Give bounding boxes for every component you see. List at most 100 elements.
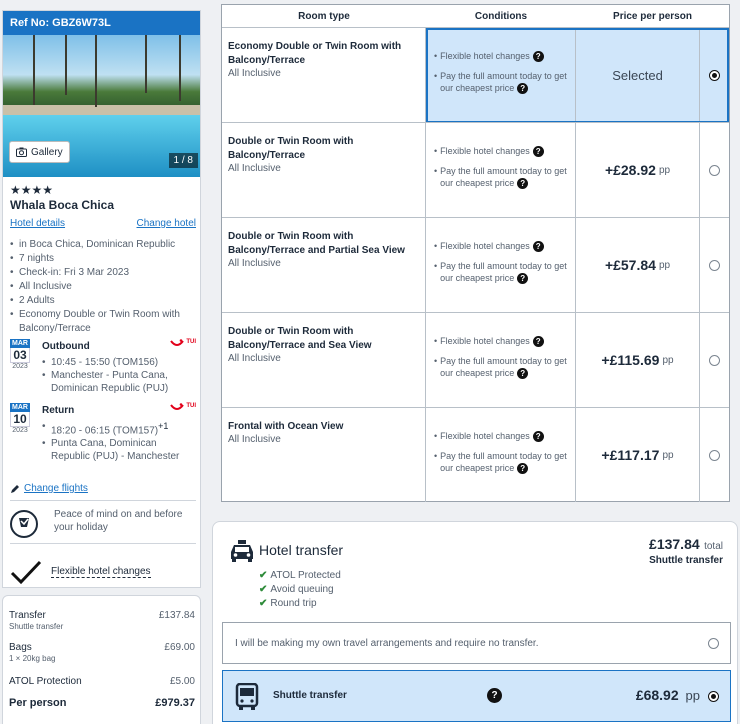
date-month: MAR: [10, 403, 30, 412]
condition-text: Flexible hotel changes: [440, 431, 530, 441]
flight-route: Punta Cana, Dominican Republic (PUJ) - M…: [42, 437, 194, 463]
atol-protection-info: Peace of mind on and before your holiday: [10, 506, 196, 544]
condition-pay-full: • Pay the full amount today to get our ch…: [434, 261, 567, 285]
camera-icon: [16, 147, 27, 157]
help-icon[interactable]: ?: [487, 688, 502, 703]
selected-label: Selected: [612, 67, 663, 83]
room-radio[interactable]: [709, 69, 720, 81]
booking-info-list: in Boca Chica, Dominican Republic 7 nigh…: [10, 238, 196, 336]
room-radio[interactable]: [709, 449, 720, 461]
photo-palm: [65, 35, 67, 95]
atol-shield-icon: [19, 518, 29, 527]
change-flights[interactable]: Change flights: [10, 483, 88, 494]
conditions-cell: • Flexible hotel changes? • Pay the full a…: [426, 218, 576, 312]
room-radio[interactable]: [709, 164, 720, 176]
condition-pay-full: • Pay the full amount today to get our ch…: [434, 451, 567, 475]
breakdown-amount: £5.00: [169, 676, 195, 687]
breakdown-sub: 1 × 20kg bag: [9, 654, 56, 663]
breakdown-amount: £69.00: [164, 642, 195, 653]
condition-flexible: • Flexible hotel changes?: [434, 240, 567, 253]
date-day: 03: [10, 348, 30, 363]
condition-pay-full: • Pay the full amount today to get our ch…: [434, 356, 567, 380]
room-row[interactable]: Double or Twin Room with Balcony/Terrace…: [222, 122, 729, 217]
condition-text: Pay the full amount today to get our che…: [440, 356, 567, 379]
help-icon[interactable]: ?: [532, 241, 544, 253]
room-price: +£28.92: [604, 162, 656, 178]
shuttle-label: Shuttle transfer: [273, 690, 347, 701]
shuttle-transfer-option[interactable]: Shuttle transfer ? £68.92 pp: [222, 670, 731, 722]
shuttle-price-value: £68.92: [635, 687, 679, 703]
room-radio[interactable]: [709, 259, 720, 271]
help-icon[interactable]: ?: [517, 178, 529, 190]
room-cell: Double or Twin Room with Balcony/Terrace…: [222, 313, 426, 407]
help-icon[interactable]: ?: [517, 273, 529, 285]
date-year: 2023: [12, 427, 28, 434]
pp-label: pp: [662, 449, 674, 461]
flight-time-text: 18:20 - 06:15 (TOM157): [51, 425, 159, 437]
room-row[interactable]: Frontal with Ocean View All Inclusive • F…: [222, 407, 729, 502]
help-icon[interactable]: ?: [532, 336, 544, 348]
shuttle-radio[interactable]: [708, 691, 719, 702]
help-icon[interactable]: ?: [517, 368, 529, 380]
room-name: Double or Twin Room with Balcony/Terrace…: [228, 231, 405, 256]
room-board: All Inclusive: [228, 68, 281, 79]
help-icon[interactable]: ?: [517, 83, 529, 95]
pp-label: pp: [658, 164, 671, 176]
gallery-button[interactable]: Gallery: [9, 141, 70, 163]
shuttle-price: £68.92 pp: [636, 687, 700, 703]
hotel-name: Whala Boca Chica: [10, 198, 115, 212]
hotel-links: Hotel details Change hotel: [10, 218, 196, 229]
hotel-details-link[interactable]: Hotel details: [10, 218, 65, 229]
taxi-icon: [231, 540, 253, 562]
help-icon[interactable]: ?: [532, 51, 544, 63]
help-icon[interactable]: ?: [517, 463, 529, 475]
change-hotel-link[interactable]: Change hotel: [137, 218, 197, 229]
condition-text: Flexible hotel changes: [440, 336, 530, 346]
date-day: 10: [10, 412, 30, 427]
header-conditions: Conditions: [474, 10, 528, 22]
pencil-icon: [11, 484, 19, 493]
room-row[interactable]: Economy Double or Twin Room with Balcony…: [222, 27, 729, 123]
price-cell: +£28.92 pp: [576, 123, 700, 217]
photo-palm: [95, 35, 97, 107]
no-transfer-radio[interactable]: [708, 638, 719, 649]
room-board: All Inclusive: [228, 258, 281, 269]
benefit-item: Avoid queuing: [259, 583, 341, 597]
radio-cell: [700, 28, 729, 122]
no-transfer-text: I will be making my own travel arrangeme…: [235, 638, 539, 649]
tui-smile-icon: [170, 403, 184, 410]
condition-flexible: • Flexible hotel changes?: [434, 50, 567, 63]
breakdown-total: Per person £979.37: [9, 697, 195, 709]
header-room-type: Room type: [298, 10, 350, 22]
transfer-title: Hotel transfer: [259, 542, 344, 558]
condition-flexible: • Flexible hotel changes?: [434, 430, 567, 443]
price-cell: +£57.84 pp: [576, 218, 700, 312]
pp-label: pp: [658, 259, 671, 271]
help-icon[interactable]: ?: [532, 431, 544, 443]
flight-route: Manchester - Punta Cana, Dominican Repub…: [42, 369, 194, 395]
photo-palm: [179, 35, 181, 101]
flexible-hotel-changes-text[interactable]: Flexible hotel changes: [51, 566, 151, 578]
price-cell: Selected: [576, 28, 700, 122]
room-radio[interactable]: [709, 354, 720, 366]
flight-time: 18:20 - 06:15 (TOM157)+1: [42, 420, 194, 437]
no-transfer-option[interactable]: I will be making my own travel arrangeme…: [222, 622, 731, 664]
page: Ref No: GBZ6W73L Gallery 1 / 8 ★★★★ Whal…: [0, 0, 740, 724]
condition-flexible: • Flexible hotel changes?: [434, 145, 567, 158]
room-row[interactable]: Double or Twin Room with Balcony/Terrace…: [222, 312, 729, 407]
conditions-cell: • Flexible hotel changes? • Pay the full a…: [426, 313, 576, 407]
day-offset: +1: [158, 421, 169, 431]
info-item: Check-in: Fri 3 Mar 2023: [10, 266, 196, 280]
room-cell: Double or Twin Room with Balcony/Terrace…: [222, 218, 426, 312]
radio-cell: [700, 313, 729, 407]
help-icon[interactable]: ?: [532, 146, 544, 158]
photo-palm: [145, 35, 147, 93]
room-cell: Economy Double or Twin Room with Balcony…: [222, 28, 426, 122]
photo-count: 1 / 8: [168, 153, 198, 168]
flight-title: Outbound: [42, 341, 90, 352]
date-year: 2023: [12, 363, 28, 370]
date-month: MAR: [10, 339, 30, 348]
breakdown-amount: £137.84: [158, 610, 195, 621]
change-flights-link[interactable]: Change flights: [24, 483, 88, 494]
room-row[interactable]: Double or Twin Room with Balcony/Terrace…: [222, 217, 729, 312]
